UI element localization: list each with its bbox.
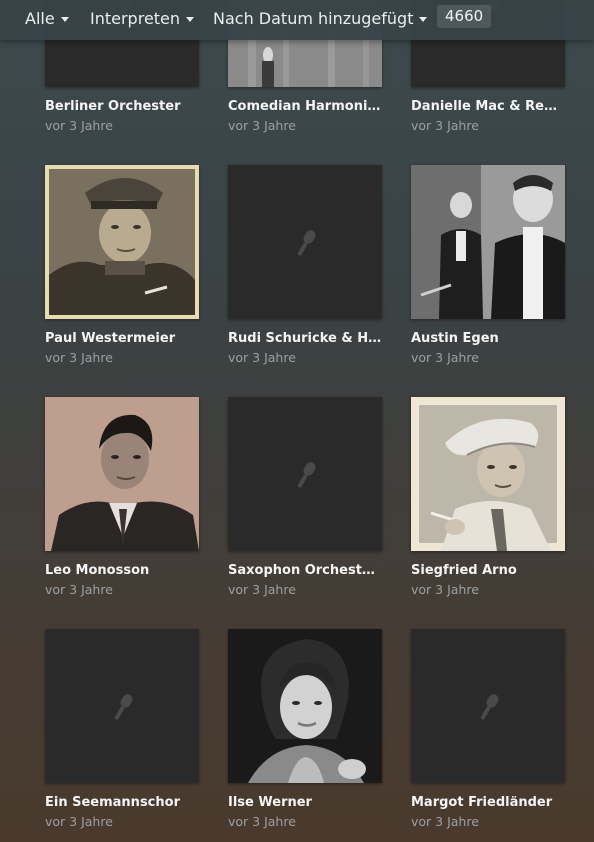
artist-name[interactable]: Siegfried Arno <box>411 563 565 578</box>
artist-added-date: vor 3 Jahre <box>228 118 296 133</box>
artist-added-date: vor 3 Jahre <box>228 582 296 597</box>
type-dropdown[interactable]: Interpreten <box>90 0 195 36</box>
artist-placeholder-thumbnail[interactable] <box>45 629 199 783</box>
artist-name[interactable]: Paul Westermeier <box>45 331 199 346</box>
artist-photo-thumbnail[interactable] <box>45 397 199 551</box>
artist-added-date: vor 3 Jahre <box>228 814 296 829</box>
artist-photo-thumbnail[interactable] <box>45 165 199 319</box>
artist-added-date: vor 3 Jahre <box>411 814 479 829</box>
artist-card[interactable]: Rudi Schuricke & Helm... vor 3 Jahre <box>228 165 382 365</box>
artist-name[interactable]: Ein Seemannschor <box>45 795 199 810</box>
filter-dropdown-label: Alle <box>25 8 55 28</box>
sort-dropdown[interactable]: Nach Datum hinzugefügt <box>213 0 428 36</box>
artist-name[interactable]: Saxophon Orchester D... <box>228 563 382 578</box>
library-toolbar: Alle Interpreten Nach Datum hinzugefügt … <box>0 0 594 40</box>
artist-added-date: vor 3 Jahre <box>228 350 296 365</box>
artist-photo-thumbnail[interactable] <box>411 165 565 319</box>
artist-card[interactable]: Siegfried Arno vor 3 Jahre <box>411 397 565 597</box>
artist-name[interactable]: Austin Egen <box>411 331 565 346</box>
artist-photo-thumbnail[interactable] <box>411 397 565 551</box>
artist-added-date: vor 3 Jahre <box>45 582 113 597</box>
artist-card[interactable]: Leo Monosson vor 3 Jahre <box>45 397 199 597</box>
artist-photo-thumbnail[interactable] <box>228 629 382 783</box>
artist-card[interactable]: Paul Westermeier vor 3 Jahre <box>45 165 199 365</box>
artist-grid: Berliner Orchester vor 3 Jahre Comedian … <box>0 0 594 842</box>
artist-added-date: vor 3 Jahre <box>45 118 113 133</box>
artist-name[interactable]: Leo Monosson <box>45 563 199 578</box>
artist-name[interactable]: Ilse Werner <box>228 795 382 810</box>
chevron-down-icon <box>186 16 195 22</box>
type-dropdown-label: Interpreten <box>90 8 181 28</box>
artist-added-date: vor 3 Jahre <box>45 350 113 365</box>
artist-name[interactable]: Margot Friedländer <box>411 795 565 810</box>
artist-placeholder-thumbnail[interactable] <box>411 629 565 783</box>
microphone-icon <box>290 227 322 259</box>
artist-name[interactable]: Berliner Orchester <box>45 99 199 114</box>
artist-name[interactable]: Comedian Harmonists <box>228 99 382 114</box>
artist-card[interactable]: Austin Egen vor 3 Jahre <box>411 165 565 365</box>
artist-placeholder-thumbnail[interactable] <box>228 165 382 319</box>
artist-added-date: vor 3 Jahre <box>411 350 479 365</box>
artist-name[interactable]: Rudi Schuricke & Helm... <box>228 331 382 346</box>
chevron-down-icon <box>60 16 69 22</box>
chevron-down-icon <box>419 16 428 22</box>
artist-card[interactable]: Ein Seemannschor vor 3 Jahre <box>45 629 199 829</box>
artist-placeholder-thumbnail[interactable] <box>228 397 382 551</box>
sort-dropdown-label: Nach Datum hinzugefügt <box>213 8 414 28</box>
microphone-icon <box>473 691 505 723</box>
microphone-icon <box>107 691 139 723</box>
artist-card[interactable]: Saxophon Orchester D... vor 3 Jahre <box>228 397 382 597</box>
filter-dropdown[interactable]: Alle <box>25 0 69 36</box>
item-count-badge: 4660 <box>437 5 492 28</box>
artist-card[interactable]: Margot Friedländer vor 3 Jahre <box>411 629 565 829</box>
artist-card[interactable]: Ilse Werner vor 3 Jahre <box>228 629 382 829</box>
artist-added-date: vor 3 Jahre <box>45 814 113 829</box>
artist-added-date: vor 3 Jahre <box>411 118 479 133</box>
artist-added-date: vor 3 Jahre <box>411 582 479 597</box>
artist-name[interactable]: Danielle Mac & Rene Ca... <box>411 99 565 114</box>
microphone-icon <box>290 459 322 491</box>
